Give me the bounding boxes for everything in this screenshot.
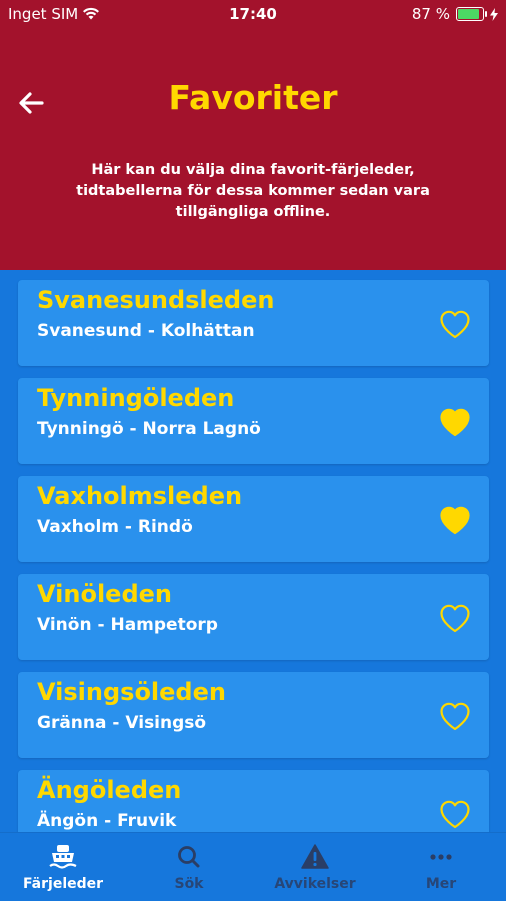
- route-list[interactable]: Svanesundsleden Svanesund - Kolhättan Tynn…: [0, 270, 506, 832]
- battery-percent: 87 %: [411, 5, 450, 23]
- search-icon: [178, 846, 200, 868]
- route-card[interactable]: Tynningöleden Tynningö - Norra Lagnö: [18, 378, 489, 464]
- route-name: Ängöleden: [37, 776, 182, 804]
- tab-label: Avvikelser: [274, 876, 356, 892]
- tab-label: Sök: [174, 876, 204, 892]
- more-icon: [430, 854, 452, 860]
- heart-outline-icon[interactable]: [439, 309, 471, 339]
- warning-icon: [301, 844, 329, 869]
- tab-mer[interactable]: Mer: [378, 833, 504, 901]
- tab-avvikelser[interactable]: Avvikelser: [252, 833, 378, 901]
- route-endpoints: Vaxholm - Rindö: [37, 517, 193, 537]
- battery-icon: [456, 7, 487, 21]
- route-name: Tynningöleden: [37, 384, 235, 412]
- route-name: Vinöleden: [37, 580, 172, 608]
- tab-label: Färjeleder: [22, 876, 104, 892]
- charging-icon: [490, 7, 498, 21]
- tab-farjeleder[interactable]: Färjeleder: [0, 833, 126, 901]
- tab-bar: Färjeleder Sök Avvikelser Mer: [0, 832, 506, 901]
- heart-filled-icon[interactable]: [439, 407, 471, 437]
- route-name: Vaxholmsleden: [37, 482, 243, 510]
- page-description: Här kan du välja dina favorit-färjeleder…: [76, 162, 430, 220]
- heart-outline-icon[interactable]: [439, 799, 471, 829]
- route-name: Visingsöleden: [37, 678, 226, 706]
- status-bar: Inget SIM 17:40 87 %: [0, 0, 506, 30]
- route-endpoints: Tynningö - Norra Lagnö: [37, 419, 261, 439]
- route-card[interactable]: Svanesundsleden Svanesund - Kolhättan: [18, 280, 489, 366]
- route-endpoints: Svanesund - Kolhättan: [37, 321, 255, 341]
- tab-label: Mer: [425, 876, 457, 892]
- route-endpoints: Gränna - Visingsö: [37, 713, 207, 733]
- route-endpoints: Vinön - Hampetorp: [37, 615, 218, 635]
- heart-filled-icon[interactable]: [439, 505, 471, 535]
- heart-outline-icon[interactable]: [439, 701, 471, 731]
- route-card[interactable]: Ängöleden Ängön - Fruvik: [18, 770, 489, 832]
- ferry-icon: [49, 845, 77, 869]
- header: Inget SIM 17:40 87 % Favoriter Här kan d…: [0, 0, 506, 270]
- tab-sok[interactable]: Sök: [126, 833, 252, 901]
- heart-outline-icon[interactable]: [439, 603, 471, 633]
- route-card[interactable]: Vinöleden Vinön - Hampetorp: [18, 574, 489, 660]
- route-card[interactable]: Vaxholmsleden Vaxholm - Rindö: [18, 476, 489, 562]
- route-name: Svanesundsleden: [37, 286, 275, 314]
- page-title: Favoriter: [168, 78, 338, 117]
- route-card[interactable]: Visingsöleden Gränna - Visingsö: [18, 672, 489, 758]
- route-endpoints: Ängön - Fruvik: [37, 811, 177, 831]
